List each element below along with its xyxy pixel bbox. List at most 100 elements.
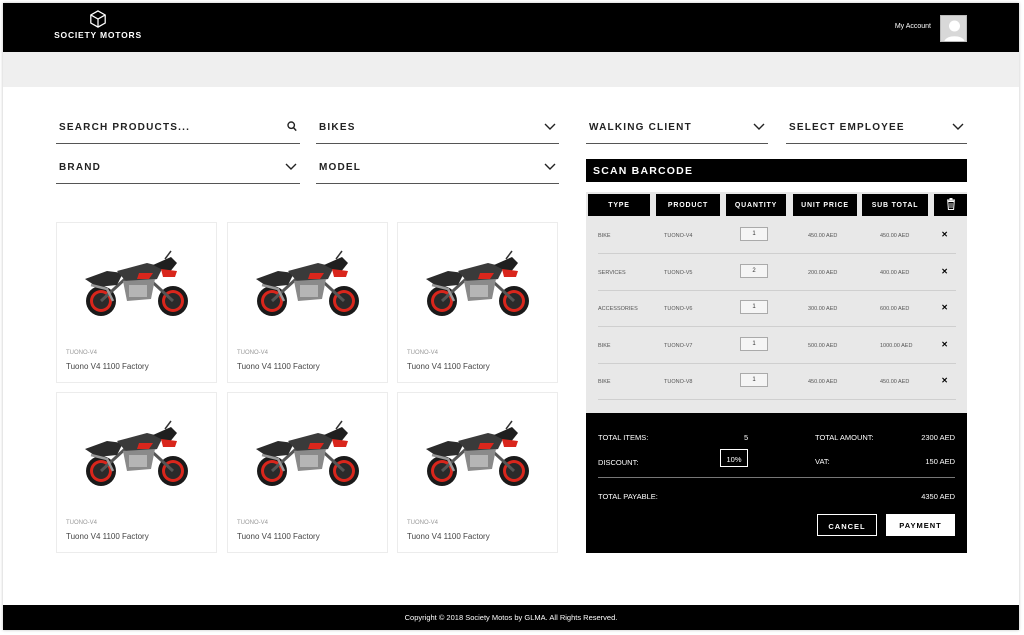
- total-items-label: TOTAL ITEMS:: [598, 433, 649, 442]
- row-sub-total: 1000.00 AED: [880, 342, 913, 349]
- product-name: Tuono V4 1100 Factory: [407, 362, 490, 371]
- product-card[interactable]: TUONO-V4 Tuono V4 1100 Factory: [56, 392, 217, 553]
- table-row: SERVICES TUONO-V5 2 200.00 AED 400.00 AED ✕: [598, 255, 956, 291]
- my-account-link[interactable]: My Account: [895, 23, 931, 30]
- row-unit-price: 300.00 AED: [808, 306, 838, 313]
- brand-logo[interactable]: SOCIETY MOTORS: [53, 10, 143, 40]
- chevron-down-icon: [544, 123, 556, 130]
- product-name: Tuono V4 1100 Factory: [237, 362, 320, 371]
- row-unit-price: 450.00 AED: [808, 233, 838, 239]
- row-type: BIKE: [598, 342, 611, 349]
- product-card[interactable]: TUONO-V4 Tuono V4 1100 Factory: [227, 222, 388, 383]
- top-bar: SOCIETY MOTORS My Account: [3, 3, 1019, 52]
- quantity-input[interactable]: 1: [740, 227, 768, 241]
- table-row: BIKE TUONO-V7 1 500.00 AED 1000.00 AED ✕: [598, 328, 956, 364]
- avatar[interactable]: [940, 15, 967, 42]
- chevron-down-icon: [952, 123, 964, 130]
- remove-item-icon[interactable]: ✕: [941, 230, 948, 239]
- column-header-sub-total: SUB TOTAL: [862, 194, 928, 216]
- product-name: Tuono V4 1100 Factory: [66, 532, 149, 541]
- scan-barcode-input[interactable]: SCAN BARCODE: [586, 159, 967, 182]
- product-name: Tuono V4 1100 Factory: [237, 532, 320, 541]
- quantity-input[interactable]: 1: [740, 336, 768, 351]
- product-code: TUONO-V4: [237, 350, 269, 356]
- employee-value: SELECT EMPLOYEE: [789, 122, 905, 133]
- copyright-text: Copyright © 2018 Society Motos by GLMA. …: [404, 613, 618, 622]
- cube-logo-icon: [90, 10, 106, 28]
- motorcycle-image: [426, 420, 529, 486]
- remove-item-icon[interactable]: ✕: [941, 376, 948, 385]
- quantity-input[interactable]: 2: [740, 263, 768, 278]
- row-unit-price: 500.00 AED: [808, 342, 838, 349]
- remove-item-icon[interactable]: ✕: [941, 303, 948, 312]
- motorcycle-image: [426, 250, 529, 316]
- summary-divider: [598, 477, 955, 478]
- row-product: TUONO-V7: [664, 342, 693, 349]
- trash-icon: [946, 198, 955, 210]
- category-dropdown[interactable]: BIKES: [316, 120, 559, 144]
- total-payable-label: TOTAL PAYABLE:: [598, 492, 658, 501]
- row-sub-total: 400.00 AED: [880, 269, 910, 276]
- discount-input[interactable]: 10%: [720, 449, 748, 467]
- row-unit-price: 450.00 AED: [808, 379, 838, 386]
- client-dropdown[interactable]: WALKING CLIENT: [586, 120, 768, 144]
- total-amount-label: TOTAL AMOUNT:: [815, 433, 874, 442]
- quantity-input[interactable]: 1: [740, 300, 768, 315]
- order-summary: TOTAL ITEMS: 5 TOTAL AMOUNT: 2300 AED DI…: [586, 413, 967, 553]
- total-items-value: 5: [744, 433, 749, 442]
- employee-dropdown[interactable]: SELECT EMPLOYEE: [786, 120, 967, 144]
- row-product: TUONO-V5: [664, 269, 693, 276]
- total-amount-value: 2300 AED: [921, 433, 955, 442]
- footer: Copyright © 2018 Society Motos by GLMA. …: [3, 605, 1019, 630]
- motorcycle-image: [85, 420, 188, 486]
- search-products-input[interactable]: SEARCH PRODUCTS...: [56, 120, 300, 144]
- motorcycle-image: [256, 420, 359, 486]
- row-type: BIKE: [598, 379, 611, 386]
- column-header-type: TYPE: [588, 194, 650, 216]
- clear-cart-button[interactable]: [934, 194, 967, 216]
- payment-button[interactable]: PAYMENT: [886, 514, 955, 536]
- remove-item-icon[interactable]: ✕: [941, 267, 948, 276]
- product-card[interactable]: TUONO-V4 Tuono V4 1100 Factory: [397, 222, 558, 383]
- row-product: TUONO-V4: [664, 233, 693, 239]
- search-placeholder: SEARCH PRODUCTS...: [59, 122, 191, 133]
- row-product: TUONO-V8: [664, 379, 693, 386]
- client-value: WALKING CLIENT: [589, 122, 692, 133]
- model-dropdown[interactable]: MODEL: [316, 160, 559, 184]
- row-product: TUONO-V6: [664, 306, 693, 313]
- table-row: BIKE TUONO-V4 1 450.00 AED 450.00 AED ✕: [598, 218, 956, 254]
- column-header-product: PRODUCT: [656, 194, 720, 216]
- product-code: TUONO-V4: [66, 350, 98, 356]
- total-payable-value: 4350 AED: [921, 492, 955, 501]
- product-card[interactable]: TUONO-V4 Tuono V4 1100 Factory: [397, 392, 558, 553]
- row-type: BIKE: [598, 233, 611, 239]
- search-icon: [287, 121, 297, 132]
- chevron-down-icon: [753, 123, 765, 130]
- motorcycle-image: [85, 250, 188, 316]
- remove-item-icon[interactable]: ✕: [941, 340, 948, 349]
- product-code: TUONO-V4: [407, 520, 439, 526]
- vat-label: VAT:: [815, 457, 830, 466]
- category-value: BIKES: [319, 122, 356, 133]
- row-type: ACCESSORIES: [598, 306, 638, 313]
- product-card[interactable]: TUONO-V4 Tuono V4 1100 Factory: [56, 222, 217, 383]
- row-sub-total: 450.00 AED: [880, 233, 910, 239]
- app-window: SOCIETY MOTORS My Account SEARCH PRODUCT…: [3, 3, 1019, 630]
- product-card[interactable]: TUONO-V4 Tuono V4 1100 Factory: [227, 392, 388, 553]
- row-unit-price: 200.00 AED: [808, 269, 838, 276]
- product-code: TUONO-V4: [66, 520, 98, 526]
- chevron-down-icon: [285, 163, 297, 170]
- brand-value: BRAND: [59, 162, 102, 173]
- vat-value: 150 AED: [925, 457, 955, 466]
- table-row: ACCESSORIES TUONO-V6 1 300.00 AED 600.00 AED…: [598, 291, 956, 328]
- brand-dropdown[interactable]: BRAND: [56, 160, 300, 184]
- row-sub-total: 450.00 AED: [880, 379, 910, 386]
- product-name: Tuono V4 1100 Factory: [407, 532, 490, 541]
- quantity-input[interactable]: 1: [740, 373, 768, 388]
- column-header-unit-price: UNIT PRICE: [793, 194, 857, 216]
- chevron-down-icon: [544, 163, 556, 170]
- cancel-button[interactable]: CANCEL: [817, 514, 877, 536]
- product-code: TUONO-V4: [237, 520, 269, 526]
- motorcycle-image: [256, 250, 359, 316]
- column-header-quantity: QUANTITY: [726, 194, 786, 216]
